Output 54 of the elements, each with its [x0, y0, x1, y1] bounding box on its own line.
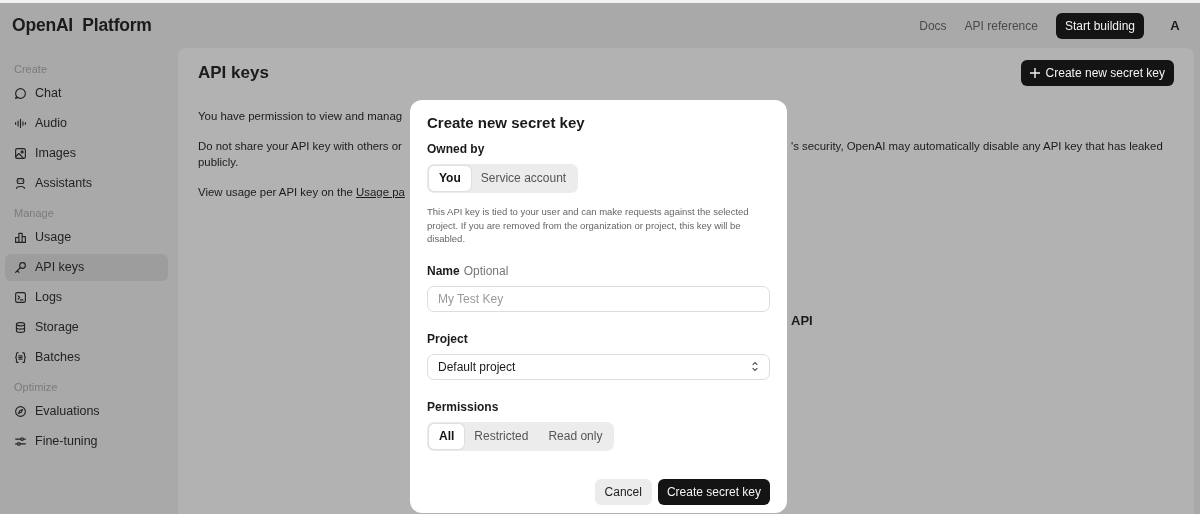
- sliders-icon: [14, 435, 27, 448]
- name-input[interactable]: My Test Key: [427, 285, 770, 312]
- braces-icon: [14, 351, 27, 364]
- database-icon: [14, 321, 27, 334]
- start-building-button[interactable]: Start building: [1055, 12, 1144, 39]
- paragraph-text: You have permission to view and manag: [198, 110, 403, 122]
- paragraph-text: publicly.: [198, 156, 239, 168]
- sidebar-item[interactable]: Assistants: [5, 170, 168, 197]
- field-label: Owned by: [427, 141, 486, 158]
- bar-chart-icon: [14, 231, 27, 244]
- sidebar-item[interactable]: Usage: [5, 224, 168, 251]
- field-label: Project: [427, 330, 469, 348]
- segment-option[interactable]: Restricted: [464, 423, 539, 449]
- paragraph-text: View usage per API key on the: [198, 186, 354, 198]
- field-label: Permissions: [427, 398, 500, 416]
- create-secret-key-button[interactable]: Create secret key: [657, 478, 770, 505]
- create-key-button[interactable]: Create new secret key: [1020, 60, 1174, 86]
- terminal-icon: [14, 291, 27, 304]
- key-icon: [14, 261, 27, 274]
- sidebar-item[interactable]: Audio: [5, 110, 168, 137]
- plus-icon: [1029, 68, 1040, 78]
- image-icon: [14, 147, 27, 160]
- page-title: API keys: [198, 62, 269, 84]
- avatar[interactable]: A: [1162, 15, 1188, 36]
- cancel-button[interactable]: Cancel: [594, 478, 652, 505]
- sound-wave-icon: [14, 117, 27, 130]
- nav-link-text[interactable]: API reference: [964, 16, 1038, 35]
- project-select[interactable]: Default project: [427, 353, 770, 380]
- sidebar-item[interactable]: Fine-tuning: [5, 428, 168, 455]
- segment-option[interactable]: Service account: [470, 166, 577, 191]
- section-heading: API: [791, 313, 813, 328]
- compass-icon: [14, 405, 27, 418]
- sidebar-item[interactable]: Chat: [5, 80, 168, 107]
- usage-page-link[interactable]: Usage pa: [356, 186, 405, 198]
- paragraph-text: 's security, OpenAI may automatically disable any API key that has leaked: [791, 140, 1163, 152]
- sidebar-item[interactable]: Images: [5, 140, 168, 167]
- segment-option[interactable]: You: [429, 166, 471, 191]
- segment-option[interactable]: All: [429, 423, 465, 449]
- robot-icon: [14, 177, 27, 190]
- chevron-icon: [751, 361, 759, 372]
- segment-option[interactable]: Read only: [538, 423, 613, 449]
- sidebar-item[interactable]: Logs: [5, 284, 168, 311]
- sidebar-item[interactable]: Storage: [5, 314, 168, 341]
- optional-hint: Optional: [463, 263, 509, 278]
- sidebar-item[interactable]: Evaluations: [5, 398, 168, 425]
- field-label: Name: [427, 263, 460, 278]
- logo-text: OpenAI Platform: [12, 14, 152, 38]
- sidebar-item[interactable]: API keys: [5, 254, 168, 281]
- paragraph-text: Do not share your API key with others or: [198, 140, 402, 152]
- help-text: This API key is tied to your user and can make requests against the selected project. If you are removed from the organization or project, this key will be disabled.: [427, 205, 750, 246]
- sidebar-item[interactable]: Batches: [5, 344, 168, 371]
- dialog-title: Create new secret key: [427, 114, 586, 132]
- chat-bubble-icon: [14, 87, 27, 100]
- nav-link-text[interactable]: Docs: [919, 16, 947, 35]
